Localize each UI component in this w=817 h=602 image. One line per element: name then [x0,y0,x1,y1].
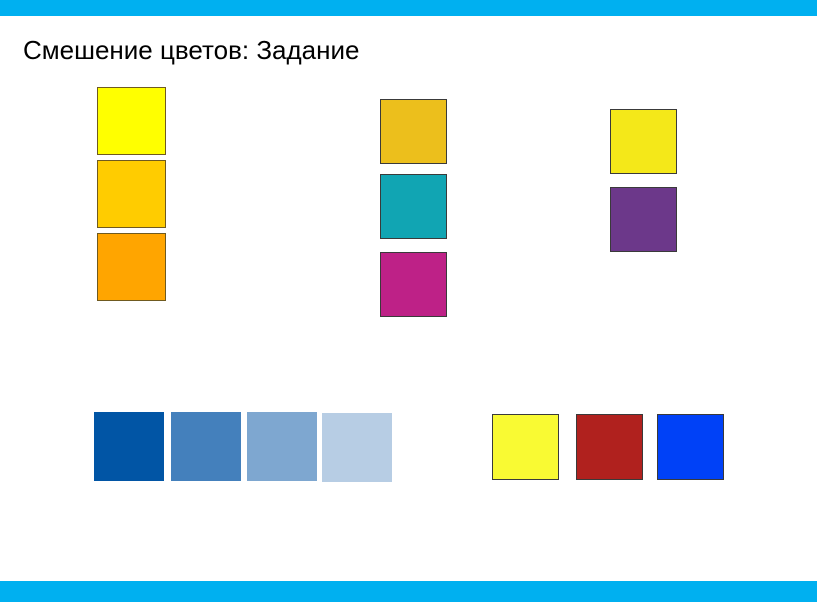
blue-gradient-swatch-4 [322,413,392,482]
primary-swatch-red [576,414,643,480]
cmy-swatch-magenta [380,252,447,317]
blue-gradient-swatch-3 [247,412,317,481]
bottom-accent-bar [0,581,817,602]
primary-swatch-yellow [492,414,559,480]
cmy-swatch-yellow [380,99,447,164]
pair-swatch-yellow [610,109,677,174]
pair-swatch-purple [610,187,677,252]
blue-gradient-swatch-2 [171,412,241,481]
yellow-orange-swatch-2 [97,160,166,228]
yellow-orange-swatch-3 [97,233,166,301]
blue-gradient-swatch-1 [94,412,164,481]
yellow-orange-swatch-1 [97,87,166,155]
cmy-swatch-cyan [380,174,447,239]
slide-title: Смешение цветов: Задание [23,35,360,65]
primary-swatch-blue [657,414,724,480]
top-accent-bar [0,0,817,16]
